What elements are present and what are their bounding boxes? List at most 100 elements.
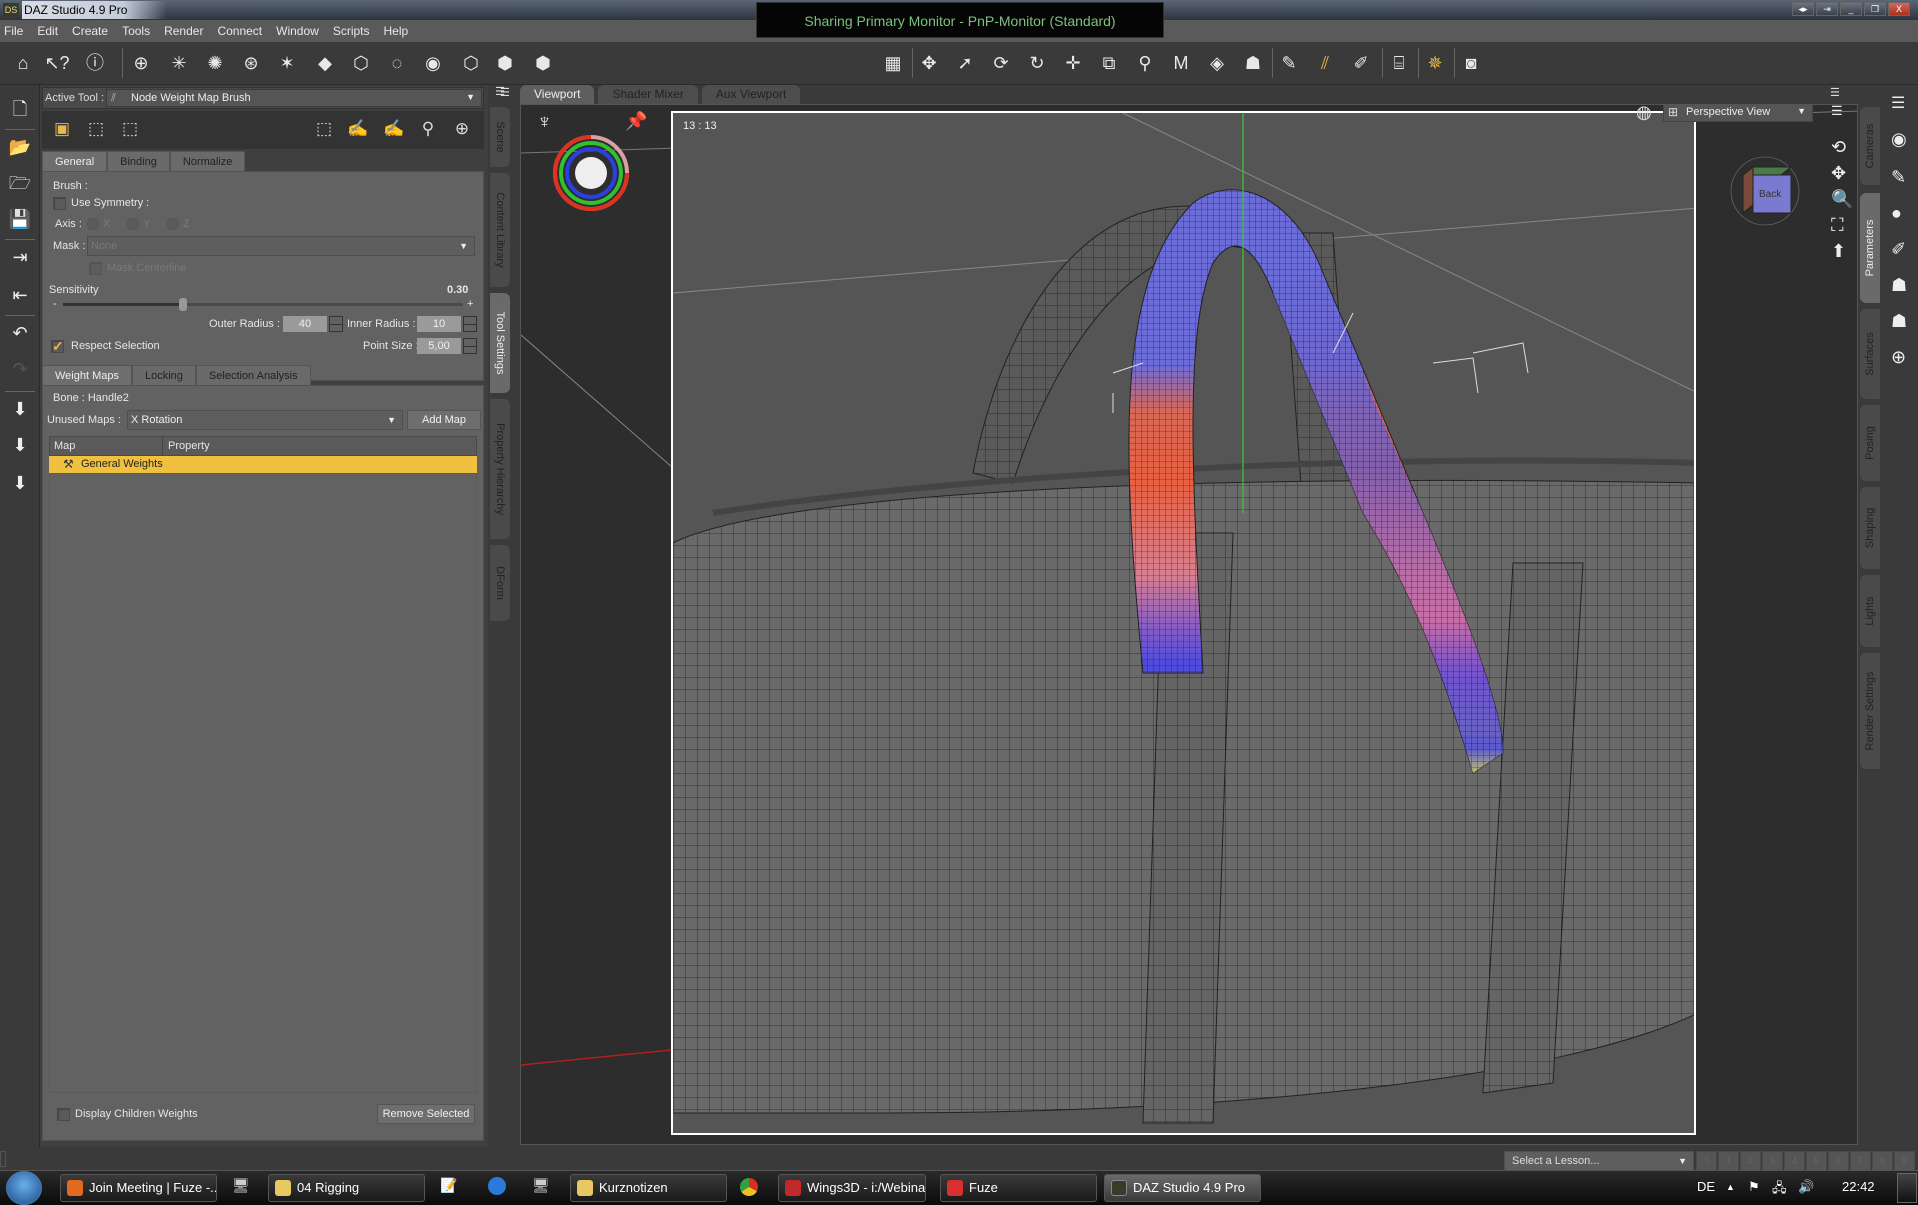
- geometry-editor-icon[interactable]: M: [1168, 50, 1194, 76]
- outer-radius-field[interactable]: 40: [283, 316, 327, 332]
- lesson-step-button[interactable]: 4: [1784, 1151, 1805, 1171]
- network-icon[interactable]: 🖧: [1772, 1179, 1787, 1201]
- lesson-step-button[interactable]: 8: [1872, 1151, 1893, 1171]
- menu-scripts[interactable]: Scripts: [333, 24, 370, 38]
- select-region-icon[interactable]: ⬚: [118, 117, 142, 141]
- menu-create[interactable]: Create: [72, 24, 108, 38]
- start-button[interactable]: [6, 1171, 42, 1205]
- new-group-icon[interactable]: ◉: [420, 50, 446, 76]
- sensitivity-slider-handle[interactable]: [179, 298, 187, 311]
- lesson-select[interactable]: Select a Lesson... ▼: [1504, 1151, 1694, 1171]
- import-icon[interactable]: ⇥: [6, 243, 34, 271]
- load-prop-icon[interactable]: ⬇: [6, 431, 34, 459]
- tab-cameras[interactable]: Cameras: [1860, 107, 1880, 185]
- new-instance-icon[interactable]: ⬡: [458, 50, 484, 76]
- redo-icon[interactable]: ↷: [6, 355, 34, 383]
- taskbar-item-fuze[interactable]: Fuze: [940, 1174, 1097, 1202]
- viewport-pane-options-icon[interactable]: ☰: [500, 86, 516, 102]
- new-scene-icon[interactable]: 🗋: [6, 95, 34, 123]
- save-icon[interactable]: 💾: [6, 205, 34, 233]
- joint-editor-icon[interactable]: ⚲: [1132, 50, 1158, 76]
- node-weight-map-icon[interactable]: ✐: [1348, 50, 1374, 76]
- inner-radius-spinner[interactable]: [463, 316, 477, 332]
- active-tool-select[interactable]: ⫽ Node Weight Map Brush ▼: [106, 89, 482, 107]
- view-select[interactable]: ⊞ Perspective View ▼: [1663, 105, 1813, 122]
- pin-icon[interactable]: 📌: [625, 111, 647, 132]
- pose-icon[interactable]: ☗: [1891, 275, 1907, 296]
- tab-render-settings[interactable]: Render Settings: [1860, 653, 1880, 769]
- pan-icon[interactable]: ✥: [1831, 163, 1846, 184]
- maximize-button[interactable]: ❐: [1864, 2, 1886, 16]
- lesson-step-button[interactable]: ?: [1696, 1151, 1717, 1171]
- pose-p-icon[interactable]: ☗: [1891, 311, 1907, 332]
- tab-locking[interactable]: Locking: [132, 365, 196, 385]
- scale-tool-icon[interactable]: ⧉: [1096, 50, 1122, 76]
- lesson-step-button[interactable]: 7: [1850, 1151, 1871, 1171]
- tab-viewport[interactable]: Viewport: [520, 85, 595, 104]
- volume-icon[interactable]: 🔊: [1798, 1179, 1814, 1195]
- taskbar-item-04-rigging[interactable]: 04 Rigging: [268, 1174, 425, 1202]
- spot-render-icon[interactable]: ⌸: [1386, 50, 1412, 76]
- frame-icon[interactable]: ⛶: [1831, 215, 1844, 236]
- outer-radius-spinner[interactable]: [329, 316, 343, 332]
- point-size-field[interactable]: 5,00: [417, 338, 461, 354]
- active-pose-icon[interactable]: ✵: [1422, 50, 1448, 76]
- undo-icon[interactable]: ↶: [6, 319, 34, 347]
- help-icon[interactable]: ⓘ: [82, 50, 108, 76]
- add-map-button[interactable]: Add Map: [407, 410, 481, 430]
- twist-tool-icon[interactable]: ↻: [1024, 50, 1050, 76]
- translate-tool-icon[interactable]: ✛: [1060, 50, 1086, 76]
- show-desktop-button[interactable]: [1897, 1173, 1917, 1203]
- column-map[interactable]: Map: [54, 440, 75, 452]
- unused-maps-select[interactable]: X Rotation ▼: [127, 410, 403, 430]
- universal-tool-icon[interactable]: ✥: [916, 50, 942, 76]
- home-icon[interactable]: ⌂: [10, 50, 36, 76]
- scene-grid-icon[interactable]: ▦: [880, 50, 906, 76]
- tab-content-library[interactable]: Content Library: [490, 173, 510, 287]
- axis-x-radio[interactable]: [87, 218, 99, 230]
- new-node-icon[interactable]: ⬡: [348, 50, 374, 76]
- lesson-step-button[interactable]: 5: [1806, 1151, 1827, 1171]
- merge-icon[interactable]: 🗁: [6, 169, 34, 197]
- chrome-icon[interactable]: [740, 1178, 758, 1196]
- new-spotlight-icon[interactable]: ⊛: [238, 50, 264, 76]
- tab-shaping[interactable]: Shaping: [1860, 487, 1880, 569]
- use-symmetry-checkbox[interactable]: [53, 197, 66, 210]
- taskbar-item-fuze-meeting[interactable]: Join Meeting | Fuze -...: [60, 1174, 217, 1202]
- menu-help[interactable]: Help: [384, 24, 409, 38]
- render-icon[interactable]: ◙: [1458, 50, 1484, 76]
- resize-handle[interactable]: [0, 1151, 6, 1167]
- select-all-icon[interactable]: ▣: [50, 117, 74, 141]
- lesson-step-button[interactable]: 9: [1894, 1151, 1915, 1171]
- rigging-icon[interactable]: ✐: [1891, 239, 1906, 260]
- menu-window[interactable]: Window: [276, 24, 319, 38]
- rotate-tool-icon[interactable]: ⟳: [988, 50, 1014, 76]
- menu-render[interactable]: Render: [164, 24, 203, 38]
- rotation-gizmo[interactable]: [551, 133, 631, 213]
- pane-options-icon[interactable]: ☰: [1891, 93, 1905, 113]
- tab-property-hierarchy[interactable]: Property Hierarchy: [490, 399, 510, 539]
- paint-brush-icon[interactable]: ✍: [346, 117, 370, 141]
- global-icon[interactable]: ⊕: [450, 117, 474, 141]
- 3d-viewport[interactable]: 13 : 13 ♆ 📌 ◍ ⊞ Perspective View ▼ ☰ Bac…: [520, 104, 1858, 1145]
- lesson-step-button[interactable]: 3: [1762, 1151, 1783, 1171]
- new-multi-instance-icon[interactable]: ⬢: [492, 50, 518, 76]
- language-indicator[interactable]: DE: [1697, 1179, 1715, 1194]
- exit-fullscreen-button[interactable]: ⇥: [1816, 2, 1838, 16]
- view-cube[interactable]: Back: [1729, 153, 1809, 233]
- viewport-menu-icon[interactable]: ☰: [1830, 86, 1846, 102]
- inner-radius-field[interactable]: 10: [417, 316, 461, 332]
- smart-content-icon[interactable]: ◉: [1891, 129, 1907, 150]
- tab-parameters[interactable]: Parameters: [1860, 193, 1880, 303]
- smooth-brush-icon[interactable]: ✍: [382, 117, 406, 141]
- taskbar-item-daz-studio[interactable]: DAZ Studio 4.9 Pro: [1104, 1174, 1261, 1202]
- taskbar-item-kurznotizen[interactable]: Kurznotizen: [570, 1174, 727, 1202]
- export-icon[interactable]: ⇤: [6, 281, 34, 309]
- tab-lights[interactable]: Lights: [1860, 575, 1880, 647]
- whats-this-icon[interactable]: ↖?: [44, 50, 70, 76]
- point-size-spinner[interactable]: [463, 338, 477, 354]
- load-pose-icon[interactable]: ⬇: [6, 469, 34, 497]
- taskbar-item-wings3d[interactable]: Wings3D - i:/Webina...: [778, 1174, 926, 1202]
- tab-dform[interactable]: DForm: [490, 545, 510, 621]
- mask-select[interactable]: None ▼: [87, 236, 475, 256]
